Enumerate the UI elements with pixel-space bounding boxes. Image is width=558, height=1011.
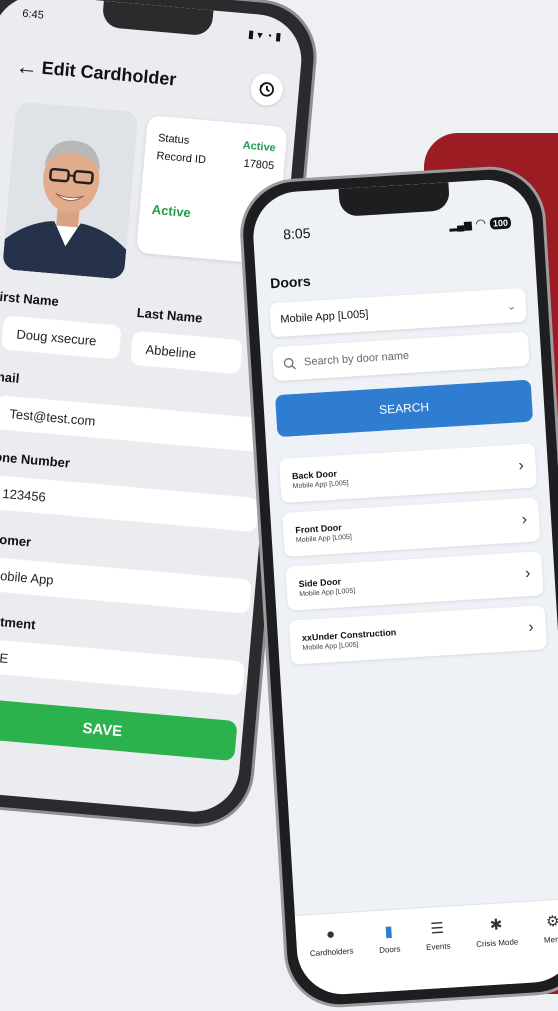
cardholder-portrait [2,101,139,280]
cardholder-photo[interactable] [2,101,139,280]
door-name: Side Door [298,576,342,589]
customer-label: Customer [0,529,32,550]
door-site: Mobile App [L005] [295,533,353,544]
record-id-label: Record ID [156,150,207,167]
save-button[interactable]: SAVE [0,697,238,762]
chevron-right-icon: › [524,564,531,583]
status-time: 6:45 [21,7,45,22]
site-dropdown-value: Mobile App [L005] [280,308,369,326]
door-list: Back Door Mobile App [L005] › Front Door M… [278,443,548,674]
history-button[interactable] [249,72,285,107]
tab-label: Cardholders [309,946,354,959]
phone-notch [338,182,451,217]
tab-label: Doors [378,944,401,955]
record-id-value: 17805 [243,157,275,173]
status-value: Active [242,139,277,155]
door-list-item[interactable]: Side Door Mobile App [L005] › [285,551,544,611]
battery-badge: 100 [489,216,512,230]
first-name-field[interactable]: Doug xsecure [1,315,122,360]
tab-label: Menu [543,934,558,945]
signal-icon: ▂▄▆ [448,219,473,233]
gear-icon: ⚙ [545,912,558,931]
email-label: Email [0,367,20,386]
phone-doors: 8:05 ▂▄▆ ◠ 100 Doors Mobile App [L005] ⌄… [236,163,558,1011]
tab-cardholders[interactable]: ● Cardholders [308,924,356,996]
search-icon [283,357,296,369]
page-title: Edit Cardholder [40,57,178,90]
phone-number-field[interactable]: 123456 [0,474,260,533]
bottom-tab-bar: ● Cardholders ▮ Doors ☰ Events ✱ Crisis … [294,897,558,997]
tab-doors[interactable]: ▮ Doors [378,922,404,992]
page-title: Doors [269,272,312,292]
door-name: Front Door [294,521,342,535]
history-icon [259,82,274,97]
door-site: Mobile App [L005] [299,587,356,598]
events-icon: ☰ [429,919,445,938]
door-search-input[interactable]: Search by door name [272,331,530,382]
active-toggle-label: Active [151,201,192,221]
site-dropdown[interactable]: Mobile App [L005] ⌄ [269,287,528,338]
door-name: Back Door [291,468,338,481]
email-field[interactable]: Test@test.com [0,395,267,453]
door-list-item[interactable]: Back Door Mobile App [L005] › [278,443,538,503]
status-icons: ▮ ▾ ◔ ▮ [247,28,282,44]
tab-crisis-mode[interactable]: ✱ Crisis Mode [474,914,520,985]
door-site: Mobile App [L005] [292,479,349,490]
department-label: Department [0,610,37,633]
alarm-icon: ✱ [489,916,503,935]
status-icons: ▂▄▆ ◠ 100 [449,212,512,232]
chevron-down-icon: ⌄ [506,299,517,313]
door-list-item[interactable]: Front Door Mobile App [L005] › [282,497,541,557]
last-name-label: Last Name [136,304,203,326]
phone-number-label: Phone Number [0,447,71,471]
door-list-item[interactable]: xxUnder Construction Mobile App [L005] › [288,605,548,665]
user-icon: ● [325,925,336,944]
tab-menu[interactable]: ⚙ Menu [542,912,558,982]
chevron-right-icon: › [527,618,535,637]
chevron-right-icon: › [521,511,528,529]
tab-events[interactable]: ☰ Events [424,919,453,989]
department-field[interactable]: EPE [0,637,245,696]
search-placeholder: Search by door name [303,349,410,369]
back-arrow-icon[interactable]: ← [15,53,39,81]
status-label: Status [157,132,190,147]
door-icon: ▮ [384,923,394,941]
first-name-label: First Name [0,288,60,310]
last-name-field[interactable]: Abbeline [130,330,243,375]
status-bar: 8:05 ▂▄▆ ◠ 100 [283,212,512,242]
search-button[interactable]: SEARCH [275,379,534,438]
tab-label: Crisis Mode [475,937,519,949]
wifi-icon: ◠ [475,216,487,231]
doors-screen: 8:05 ▂▄▆ ◠ 100 Doors Mobile App [L005] ⌄… [250,177,558,997]
tab-label: Events [425,941,451,952]
chevron-right-icon: › [517,457,525,475]
customer-field[interactable]: Mobile App [0,555,252,614]
status-time: 8:05 [282,224,311,243]
